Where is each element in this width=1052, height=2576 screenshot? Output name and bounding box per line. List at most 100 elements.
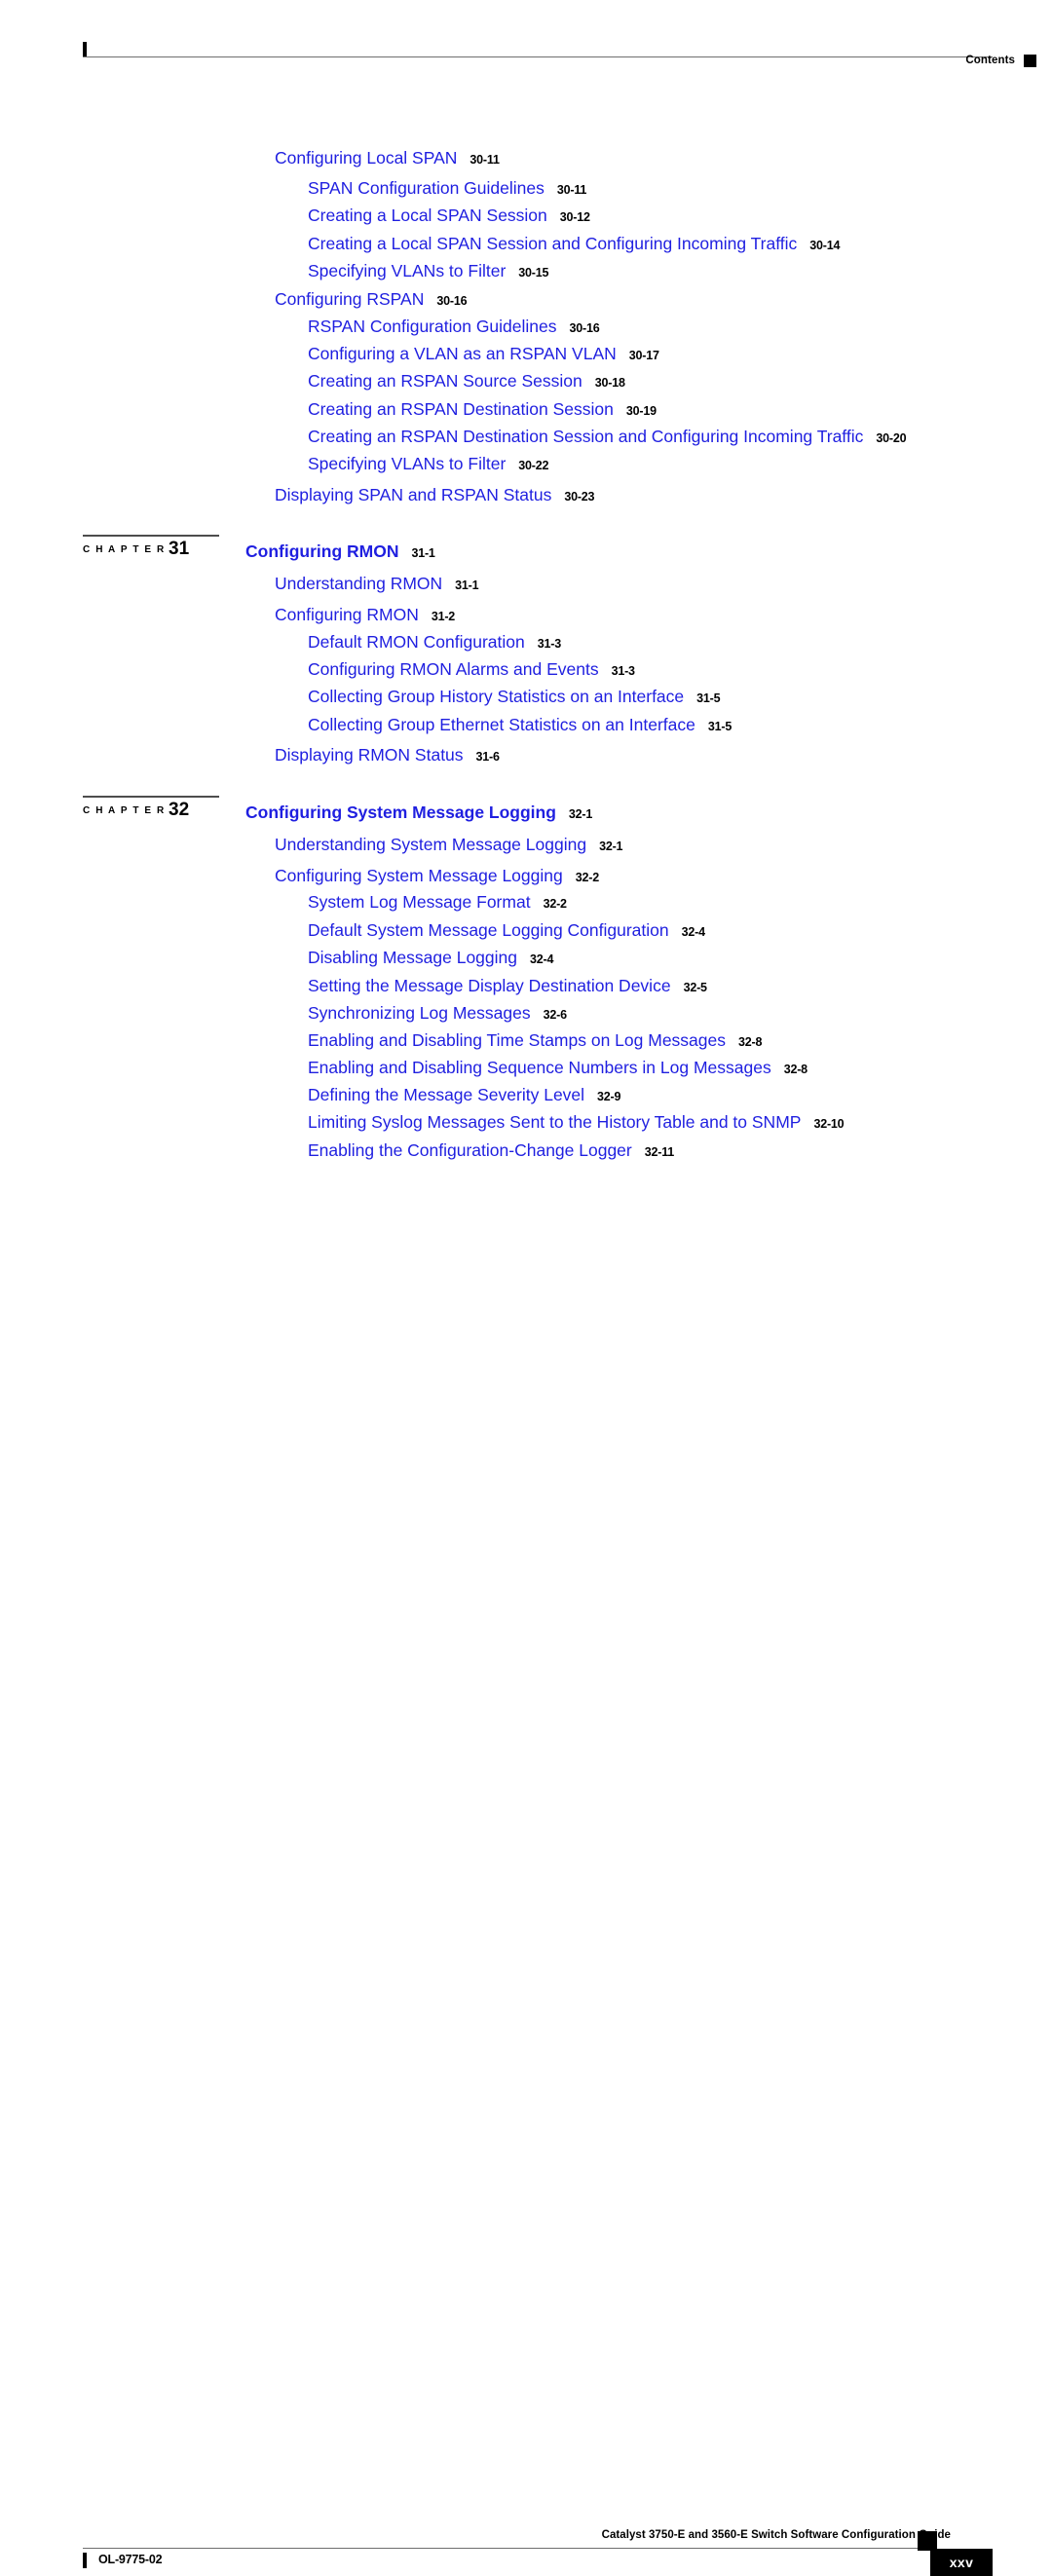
- toc-entry-page: 32-6: [543, 1008, 567, 1022]
- header-left-tick: [83, 42, 87, 57]
- toc-entry-title: System Log Message Format: [308, 892, 531, 912]
- toc-entry-title: Enabling and Disabling Time Stamps on Lo…: [308, 1030, 726, 1050]
- toc-entry-title: Configuring RSPAN: [275, 289, 425, 309]
- header-rule: [83, 56, 993, 57]
- toc-entry[interactable]: Configuring a VLAN as an RSPAN VLAN 30-17: [308, 344, 659, 363]
- toc-entry[interactable]: Understanding RMON 31-1: [275, 574, 479, 593]
- toc-entry[interactable]: System Log Message Format 32-2: [308, 892, 567, 912]
- toc-entry-page: 32-10: [813, 1117, 845, 1131]
- toc-entry-page: 32-2: [543, 897, 567, 911]
- toc-entry[interactable]: Configuring RMON Alarms and Events 31-3: [308, 659, 635, 679]
- toc-entry[interactable]: Specifying VLANs to Filter 30-22: [308, 455, 548, 473]
- toc-entry-title: Configuring a VLAN as an RSPAN VLAN: [308, 344, 617, 363]
- toc-entry-title: Enabling and Disabling Sequence Numbers …: [308, 1058, 771, 1077]
- toc-entry[interactable]: Enabling and Disabling Time Stamps on Lo…: [308, 1030, 763, 1050]
- toc-entry-page: 32-5: [683, 981, 707, 994]
- toc-entry[interactable]: Displaying SPAN and RSPAN Status 30-23: [275, 485, 595, 504]
- footer-left-tick: [83, 2553, 87, 2568]
- toc-entry-page: 32-4: [681, 925, 705, 939]
- toc-entry-page: 32-1: [568, 807, 593, 821]
- header-running-title: Contents: [965, 55, 1015, 66]
- toc-entry-title: Creating a Local SPAN Session and Config…: [308, 234, 798, 253]
- toc-entry-page: 30-12: [559, 210, 590, 224]
- toc-entry[interactable]: Default System Message Logging Configura…: [308, 920, 705, 940]
- toc-entry-page: 31-1: [411, 546, 435, 560]
- toc-entry[interactable]: Creating a Local SPAN Session and Config…: [308, 234, 841, 253]
- toc-entry-page: 30-18: [594, 376, 625, 390]
- toc-entry-title: Setting the Message Display Destination …: [308, 976, 671, 995]
- toc-entry[interactable]: Creating an RSPAN Destination Session an…: [308, 428, 907, 446]
- toc-entry-page: 30-14: [809, 239, 841, 252]
- toc-entry-page: 31-6: [475, 750, 500, 764]
- toc-entry-title: Configuring RMON Alarms and Events: [308, 659, 599, 679]
- toc-entry[interactable]: Enabling and Disabling Sequence Numbers …: [308, 1058, 808, 1077]
- toc-entry-page: 32-9: [597, 1090, 621, 1103]
- toc-entry-page: 32-8: [783, 1063, 808, 1076]
- toc-entry-title: Configuring Local SPAN: [275, 148, 458, 168]
- toc-entry-title: Displaying RMON Status: [275, 745, 464, 765]
- toc-entry-page: 31-2: [431, 610, 456, 623]
- toc-entry[interactable]: Configuring System Message Logging 32-2: [275, 866, 599, 885]
- toc-entry-page: 32-11: [644, 1145, 675, 1159]
- toc-entry-title: SPAN Configuration Guidelines: [308, 178, 545, 198]
- toc-entry-page: 32-1: [599, 840, 623, 853]
- toc-entry-page: 31-3: [537, 637, 561, 651]
- toc-entry[interactable]: Specifying VLANs to Filter 30-15: [308, 262, 548, 280]
- toc-chapter-entry[interactable]: Configuring RMON 31-1: [245, 541, 435, 561]
- toc-entry-page: 31-1: [455, 579, 479, 592]
- toc-entry[interactable]: Configuring Local SPAN 30-11: [275, 148, 500, 168]
- toc-entry-title: Disabling Message Logging: [308, 948, 517, 967]
- toc-entry-title: Default System Message Logging Configura…: [308, 920, 669, 940]
- footer-rule: [83, 2548, 929, 2549]
- toc-entry[interactable]: Default RMON Configuration 31-3: [308, 632, 561, 652]
- toc-entry[interactable]: SPAN Configuration Guidelines 30-11: [308, 178, 587, 198]
- toc-entry-page: 30-20: [876, 431, 907, 445]
- toc-entry[interactable]: Creating an RSPAN Source Session 30-18: [308, 371, 625, 391]
- toc-entry[interactable]: Enabling the Configuration-Change Logger…: [308, 1141, 675, 1160]
- toc-entry[interactable]: Limiting Syslog Messages Sent to the His…: [308, 1112, 845, 1132]
- toc-entry-page: 31-5: [696, 691, 721, 705]
- toc-entry-title: Understanding RMON: [275, 574, 443, 593]
- chapter-label: C H A P T E R: [83, 805, 166, 816]
- toc-entry-title: Configuring RMON: [245, 541, 399, 561]
- toc-entry[interactable]: Collecting Group History Statistics on a…: [308, 687, 721, 706]
- toc-entry-title: RSPAN Configuration Guidelines: [308, 317, 557, 336]
- toc-entry[interactable]: RSPAN Configuration Guidelines 30-16: [308, 317, 600, 336]
- toc-entry[interactable]: Creating a Local SPAN Session 30-12: [308, 205, 590, 225]
- toc-entry-title: Displaying SPAN and RSPAN Status: [275, 485, 552, 504]
- toc-entry-title: Creating an RSPAN Source Session: [308, 371, 582, 391]
- toc-entry-title: Creating a Local SPAN Session: [308, 205, 547, 225]
- toc-entry-page: 32-2: [575, 871, 599, 884]
- toc-entry-title: Collecting Group History Statistics on a…: [308, 687, 685, 706]
- header-square-marker: [1024, 55, 1036, 67]
- toc-entry[interactable]: Collecting Group Ethernet Statistics on …: [308, 715, 732, 734]
- toc-chapter-entry[interactable]: Configuring System Message Logging 32-1: [245, 803, 593, 822]
- toc-entry-page: 32-8: [738, 1035, 763, 1049]
- toc-entry-title: Configuring System Message Logging: [275, 866, 563, 885]
- toc-entry-title: Configuring System Message Logging: [245, 803, 556, 822]
- chapter-number: 31: [169, 539, 190, 559]
- page-footer: Catalyst 3750-E and 3560-E Switch Softwa…: [0, 1253, 1052, 2576]
- toc-entry[interactable]: Synchronizing Log Messages 32-6: [308, 1003, 567, 1023]
- toc-entry[interactable]: Understanding System Message Logging 32-1: [275, 835, 623, 854]
- toc-entry-title: Default RMON Configuration: [308, 632, 525, 652]
- toc-entry[interactable]: Disabling Message Logging 32-4: [308, 948, 553, 967]
- toc-entry-title: Collecting Group Ethernet Statistics on …: [308, 715, 695, 734]
- toc-entry-page: 30-11: [470, 153, 500, 167]
- toc-entry-page: 30-11: [556, 183, 587, 197]
- toc-entry[interactable]: Setting the Message Display Destination …: [308, 976, 707, 995]
- toc-entry[interactable]: Configuring RMON 31-2: [275, 606, 456, 624]
- toc-entry-title: Understanding System Message Logging: [275, 835, 587, 854]
- chapter-number: 32: [169, 800, 190, 820]
- toc-entry[interactable]: Configuring RSPAN 30-16: [275, 289, 468, 309]
- toc-entry-page: 30-19: [625, 404, 657, 418]
- toc-entry[interactable]: Creating an RSPAN Destination Session 30-…: [308, 400, 657, 419]
- toc-entry-title: Defining the Message Severity Level: [308, 1085, 585, 1104]
- chapter-label: C H A P T E R: [83, 544, 166, 555]
- toc-entry[interactable]: Displaying RMON Status 31-6: [275, 745, 500, 765]
- toc-entry[interactable]: Defining the Message Severity Level 32-9: [308, 1085, 621, 1104]
- toc-entry-title: Synchronizing Log Messages: [308, 1003, 531, 1023]
- toc-entry-title: Limiting Syslog Messages Sent to the His…: [308, 1112, 802, 1132]
- toc-entry-page: 30-23: [564, 490, 595, 504]
- footer-guide-title: Catalyst 3750-E and 3560-E Switch Softwa…: [601, 2529, 951, 2541]
